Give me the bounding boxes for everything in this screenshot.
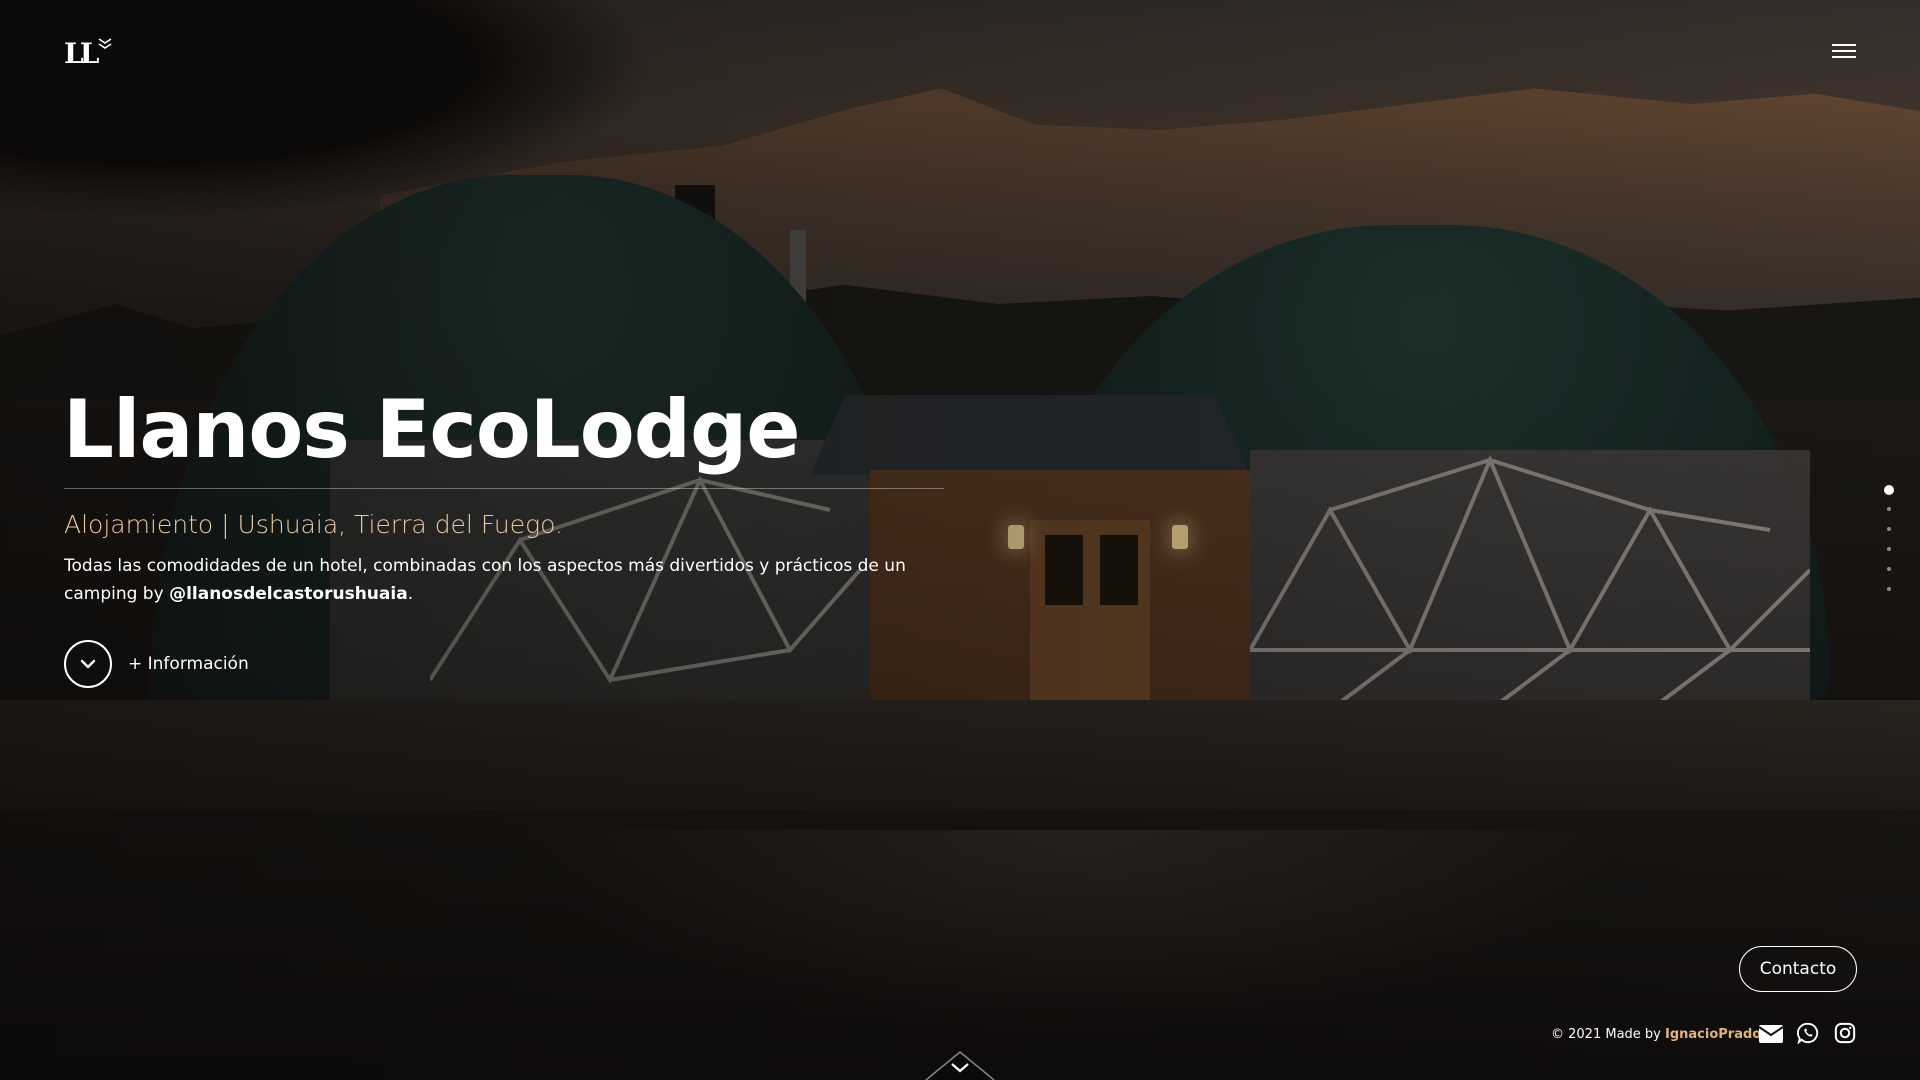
pagination-dot[interactable] (1887, 587, 1891, 591)
site-logo[interactable]: LL (64, 37, 112, 70)
more-info-circle[interactable] (64, 640, 112, 688)
contact-button[interactable]: Contacto (1739, 946, 1857, 992)
instagram-icon[interactable] (1834, 1022, 1856, 1044)
hero-description: Todas las comodidades de un hotel, combi… (64, 552, 944, 608)
hamburger-menu-icon[interactable] (1832, 44, 1856, 60)
hero-subtitle: Alojamiento | Ushuaia, Tierra del Fuego. (64, 510, 563, 539)
footer-credit: © 2021 Made by IgnacioPrados (1551, 1027, 1769, 1042)
credit-text: © 2021 Made by (1551, 1027, 1661, 1042)
more-info-button[interactable]: + Información (64, 640, 249, 688)
title-divider (64, 488, 944, 489)
whatsapp-icon[interactable] (1797, 1022, 1819, 1044)
pagination-dot[interactable] (1887, 507, 1891, 511)
pagination-dot[interactable] (1884, 485, 1894, 495)
description-suffix: . (407, 584, 414, 604)
envelope-icon[interactable] (1758, 1024, 1784, 1044)
section-pagination (1884, 485, 1894, 607)
more-info-label[interactable]: + Información (128, 654, 249, 674)
scroll-down-button[interactable] (920, 1040, 1000, 1080)
page-title: Llanos EcoLodge (63, 383, 801, 476)
pagination-dot[interactable] (1887, 547, 1891, 551)
logo-text: LL (64, 37, 99, 70)
author-link[interactable]: IgnacioPrados (1665, 1027, 1769, 1042)
instagram-handle: @llanosdelcastorushuaia (169, 584, 408, 604)
pagination-dot[interactable] (1887, 567, 1891, 571)
logo-chevrons-icon (98, 38, 112, 49)
pagination-dot[interactable] (1887, 527, 1891, 531)
hero-section: LL Llanos EcoLodge Alojamiento | Ushuaia… (0, 0, 1920, 1080)
chevron-down-icon (80, 659, 96, 669)
